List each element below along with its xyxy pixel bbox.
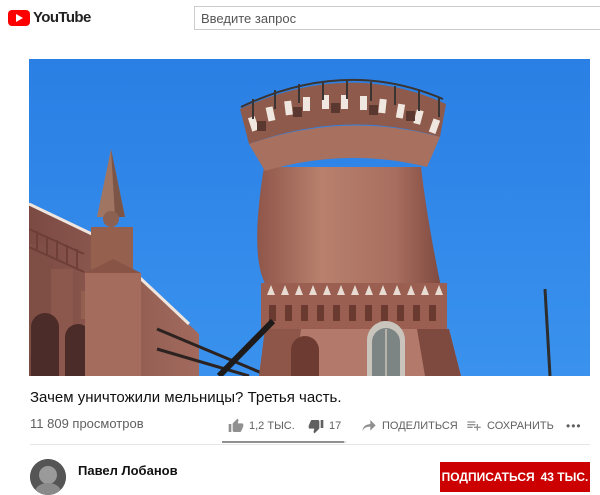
subscribe-label: ПОДПИСАТЬСЯ <box>441 470 535 484</box>
like-ratio-bar <box>222 441 346 443</box>
youtube-play-icon <box>8 9 30 26</box>
thumbs-up-icon <box>228 418 244 432</box>
save-label: СОХРАНИТЬ <box>487 420 554 432</box>
view-count: 11 809 просмотров <box>30 416 144 431</box>
channel-avatar[interactable] <box>30 459 66 495</box>
save-button[interactable]: СОХРАНИТЬ <box>466 414 554 438</box>
share-label: ПОДЕЛИТЬСЯ <box>382 420 458 432</box>
channel-name[interactable]: Павел Лобанов <box>78 463 178 478</box>
dislike-button[interactable]: 17 <box>308 414 341 438</box>
video-title: Зачем уничтожили мельницы? Третья часть. <box>30 389 342 406</box>
dislike-count: 17 <box>329 420 342 432</box>
subscriber-count: 43 ТЫС. <box>540 470 589 484</box>
masthead: YouTube <box>0 0 600 40</box>
share-button[interactable]: ПОДЕЛИТЬСЯ <box>361 414 458 438</box>
avatar-image <box>30 459 66 495</box>
logo-text: YouTube <box>33 9 91 26</box>
like-ratio-fill <box>222 441 345 443</box>
section-divider <box>30 444 590 445</box>
playlist-add-icon <box>467 421 481 431</box>
video-thumbnail <box>29 59 590 376</box>
subscribe-button[interactable]: ПОДПИСАТЬСЯ 43 ТЫС. <box>440 462 590 492</box>
like-count: 1,2 ТЫС. <box>249 420 295 432</box>
video-player[interactable] <box>29 59 590 376</box>
thumbs-down-icon <box>308 420 324 434</box>
more-actions-button[interactable]: ••• <box>566 414 582 438</box>
youtube-logo[interactable]: YouTube <box>8 9 91 26</box>
share-arrow-icon <box>362 420 376 432</box>
search-input[interactable] <box>194 6 600 30</box>
more-dots-icon: ••• <box>566 419 582 433</box>
like-button[interactable]: 1,2 ТЫС. <box>228 414 295 438</box>
